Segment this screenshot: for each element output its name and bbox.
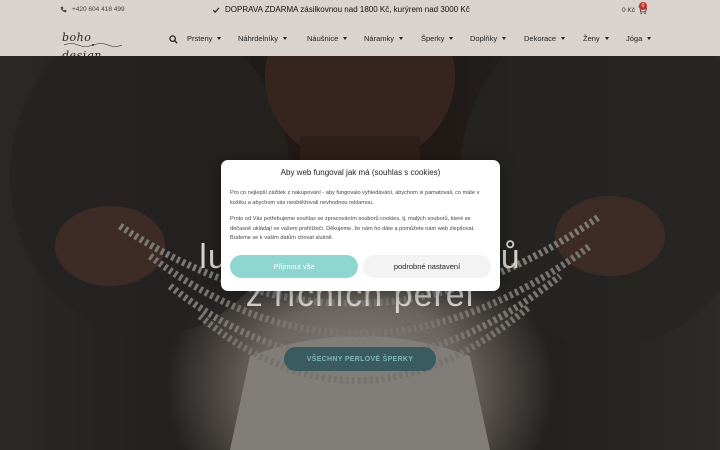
cookie-text-2: Proto od Vás potřebujeme souhlas se zpra… [230, 216, 475, 241]
phone-number: +420 604 418 499 [72, 6, 125, 13]
nav-item-prsteny[interactable]: Prsteny [187, 34, 237, 43]
chevron-down-icon [604, 37, 609, 40]
nav-item-nausnice[interactable]: Náušnice [307, 34, 364, 43]
top-bar: +420 604 418 499 DOPRAVA ZDARMA zásilkov… [0, 0, 720, 22]
nav-label: Doplňky [470, 34, 498, 43]
nav-label: Náhrdelníky [238, 34, 279, 43]
search-icon[interactable] [169, 35, 178, 44]
nav-item-zeny[interactable]: Ženy [583, 34, 626, 43]
logo-ornament-icon [64, 43, 122, 47]
chevron-down-icon [647, 37, 652, 40]
nav-label: Náramky [364, 34, 395, 43]
chevron-down-icon [343, 37, 348, 40]
cookie-dialog-title: Aby web fungoval jak má (souhlas s cooki… [280, 168, 441, 177]
cookie-consent-dialog: Aby web fungoval jak má (souhlas s cooki… [221, 160, 500, 291]
all-pearl-jewelry-button[interactable]: VŠECHNY PERLOVÉ ŠPERKY [284, 347, 436, 371]
phone-icon [60, 6, 67, 13]
nav-item-joga[interactable]: Jóga [626, 34, 661, 43]
chevron-down-icon [502, 37, 507, 40]
nav-item-naramky[interactable]: Náramky [364, 34, 421, 43]
cookie-text-1: Pro co nejlepší zážitek z nakupování - a… [230, 190, 480, 206]
nav-item-sperky[interactable]: Šperky [421, 34, 470, 43]
chevron-down-icon [217, 37, 222, 40]
cart-button[interactable]: 0 Kč 0 [622, 2, 648, 15]
shipping-text: DOPRAVA ZDARMA zásilkovnou nad 1800 Kč, … [225, 5, 470, 14]
main-nav: boho design Prsteny Náhrdelníky Náušnice… [0, 22, 720, 62]
cart-total: 0 Kč [622, 7, 636, 14]
nav-label: Prsteny [187, 34, 213, 43]
nav-label: Náušnice [307, 34, 339, 43]
shipping-notice: DOPRAVA ZDARMA zásilkovnou nad 1800 Kč, … [212, 5, 470, 14]
chevron-down-icon [399, 37, 404, 40]
cookie-settings-button[interactable]: podrobné nastavení [363, 255, 491, 278]
accept-all-button[interactable]: Přijmout vše [230, 255, 358, 278]
logo[interactable]: boho design [62, 28, 124, 62]
chevron-down-icon [561, 37, 566, 40]
nav-item-doplnky[interactable]: Doplňky [470, 34, 524, 43]
nav-label: Dekorace [524, 34, 557, 43]
nav-label: Šperky [421, 34, 445, 43]
nav-menu: Prsteny Náhrdelníky Náušnice Náramky Špe… [187, 34, 661, 43]
nav-item-dekorace[interactable]: Dekorace [524, 34, 583, 43]
chevron-down-icon [283, 37, 288, 40]
chevron-down-icon [449, 37, 454, 40]
cart-count-badge: 0 [639, 2, 647, 10]
nav-label: Jóga [626, 34, 643, 43]
nav-item-nahrdelniky[interactable]: Náhrdelníky [238, 34, 307, 43]
nav-label: Ženy [583, 34, 600, 43]
check-icon [212, 7, 220, 13]
phone-link[interactable]: +420 604 418 499 [60, 6, 125, 13]
